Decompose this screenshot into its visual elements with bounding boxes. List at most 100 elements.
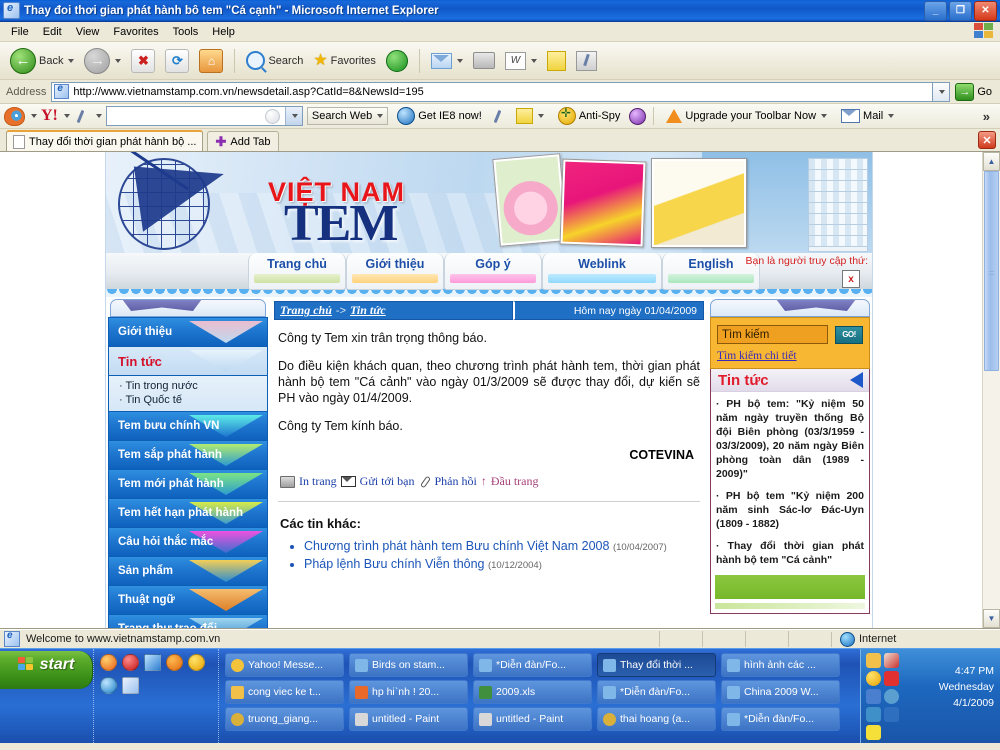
page-scrollbar[interactable]: ▲ ▼ — [982, 152, 1000, 628]
breadcrumb-home-link[interactable]: Trang chủ — [280, 303, 332, 318]
news-item[interactable]: Thay đổi thời gian phát hành bộ tem "Cá … — [716, 539, 864, 567]
sidebar-item-gioi-thieu[interactable]: Giới thiệu — [108, 317, 268, 347]
scrollbar-thumb[interactable] — [984, 171, 999, 371]
task-button[interactable]: untitled - Paint — [473, 707, 592, 731]
close-button[interactable]: ✕ — [974, 0, 997, 21]
document-icon[interactable] — [122, 677, 139, 694]
breadcrumb-current-link[interactable]: Tin tức — [350, 303, 386, 318]
advanced-search-link[interactable]: Tìm kiếm chi tiết — [717, 350, 863, 362]
get-ie8-button[interactable]: Get IE8 now! — [392, 104, 487, 128]
close-tab-button[interactable]: ✕ — [978, 131, 996, 149]
counter-close-button[interactable]: x — [842, 270, 860, 288]
other-news-link[interactable]: Chương trình phát hành tem Bưu chính Việ… — [304, 539, 609, 553]
task-button[interactable]: untitled - Paint — [349, 707, 468, 731]
tab-active[interactable]: Thay đổi thời gian phát hành bộ ... — [6, 130, 204, 151]
chevron-down-icon[interactable] — [63, 114, 70, 118]
music-icon[interactable] — [629, 107, 647, 125]
search-button[interactable]: Search — [242, 49, 307, 72]
media-button[interactable] — [382, 48, 412, 74]
sidebar-subitem-tin-quoc-te[interactable]: Tin Quốc tế — [119, 393, 267, 407]
media-player-icon[interactable] — [166, 654, 183, 671]
favorites-button[interactable]: ★ Favorites — [309, 51, 380, 71]
unikey-icon[interactable] — [144, 654, 161, 671]
sidebar-item-san-pham[interactable]: Sản phẩm — [108, 557, 268, 586]
sidebar-item-tem-moi-phat-hanh[interactable]: Tem mới phát hành — [108, 470, 268, 499]
sidebar-item-trang-thu-trao-doi[interactable]: Trang thư trao đổi — [108, 615, 268, 628]
anti-spy-button[interactable]: Anti-Spy — [553, 104, 626, 128]
search-input[interactable]: Tìm kiếm — [717, 325, 828, 344]
nav-item-weblink[interactable]: Weblink — [542, 253, 662, 290]
sidebar-item-thuat-ngu[interactable]: Thuật ngữ — [108, 586, 268, 615]
minimize-button[interactable]: _ — [924, 0, 947, 21]
task-button[interactable]: hp hi`nh ! 20... — [349, 680, 468, 704]
network-icon[interactable] — [866, 689, 881, 704]
chevron-down-icon[interactable] — [456, 58, 463, 63]
menu-item-help[interactable]: Help — [205, 24, 242, 40]
search-dropdown[interactable] — [284, 107, 302, 125]
mail-button[interactable] — [427, 51, 467, 71]
yahoo-logo-icon[interactable]: Y! — [41, 108, 58, 124]
messenger-button[interactable] — [543, 49, 570, 73]
add-tab-button[interactable]: ✚ Add Tab — [207, 131, 279, 151]
task-button[interactable]: 2009.xls — [473, 680, 592, 704]
pencil-icon[interactable] — [491, 109, 507, 124]
mail-button[interactable]: Mail — [836, 106, 899, 126]
start-button[interactable]: start — [0, 651, 93, 689]
task-button[interactable]: hình ảnh các ... — [721, 653, 840, 677]
sidebar-subitem-tin-trong-nuoc[interactable]: Tin trong nước — [119, 379, 267, 393]
sidebar-item-cau-hoi-thac-mac[interactable]: Câu hỏi thắc mắc — [108, 528, 268, 557]
chevron-down-icon[interactable] — [68, 58, 75, 63]
other-news-link[interactable]: Pháp lệnh Bưu chính Viễn thông — [304, 557, 485, 571]
unikey-icon[interactable] — [866, 725, 881, 740]
menu-item-tools[interactable]: Tools — [166, 24, 206, 40]
sidebar-item-tem-sap-phat-hanh[interactable]: Tem sắp phát hành — [108, 441, 268, 470]
volume-icon[interactable] — [884, 689, 899, 704]
search-web-button[interactable]: Search Web — [306, 107, 389, 125]
yahoo-messenger-icon[interactable] — [866, 671, 881, 686]
print-button[interactable] — [469, 50, 499, 71]
home-button[interactable]: ⌂ — [195, 47, 227, 75]
highlighter-icon[interactable] — [74, 109, 90, 124]
back-to-top-link[interactable]: Đầu trang — [491, 474, 539, 489]
go-button[interactable]: → Go — [955, 82, 996, 101]
send-to-friend-link[interactable]: Gửi tới bạn — [360, 474, 415, 489]
chevron-down-icon[interactable] — [31, 114, 37, 118]
list-item[interactable]: Chương trình phát hành tem Bưu chính Việ… — [304, 539, 700, 553]
play-triangle-icon[interactable] — [850, 372, 863, 388]
ie-icon[interactable] — [100, 677, 117, 694]
antivirus-icon[interactable] — [884, 671, 899, 686]
stop-button[interactable]: ✖ — [127, 47, 159, 75]
task-button[interactable]: *Diễn đàn/Fo... — [473, 653, 592, 677]
task-button[interactable]: *Diễn đàn/Fo... — [597, 680, 716, 704]
forward-button[interactable]: → — [80, 46, 125, 76]
scroll-down-button[interactable]: ▼ — [983, 609, 1000, 628]
firefox-icon[interactable] — [100, 654, 117, 671]
address-history-dropdown[interactable] — [933, 81, 951, 102]
task-button[interactable]: thai hoang (a... — [597, 707, 716, 731]
nav-item-feedback[interactable]: Góp ý — [444, 253, 542, 290]
print-page-link[interactable]: In trang — [299, 474, 337, 489]
nav-item-home[interactable]: Trang chủ — [248, 253, 346, 290]
task-button[interactable]: *Diễn đàn/Fo... — [721, 707, 840, 731]
address-input[interactable]: http://www.vietnamstamp.com.vn/newsdetai… — [51, 81, 934, 102]
clock[interactable]: 4:47 PM Wednesday 4/1/2009 — [914, 653, 996, 711]
feedback-link[interactable]: Phản hồi — [435, 474, 477, 489]
foxit-icon[interactable] — [884, 653, 899, 668]
sidebar-item-tem-het-han-phat-hanh[interactable]: Tem hết hạn phát hành — [108, 499, 268, 528]
task-button[interactable]: cong viec ke t... — [225, 680, 344, 704]
folder-icon[interactable] — [866, 653, 881, 668]
menu-item-edit[interactable]: Edit — [36, 24, 69, 40]
opera-icon[interactable] — [122, 654, 139, 671]
yahoo-messenger-icon[interactable] — [188, 654, 205, 671]
task-button[interactable]: China 2009 W... — [721, 680, 840, 704]
back-button[interactable]: ← Back — [6, 46, 78, 76]
sidebar-item-tin-tuc[interactable]: Tin tức — [108, 347, 268, 376]
nav-item-about[interactable]: Giới thiệu — [346, 253, 444, 290]
maximize-button[interactable]: ❐ — [949, 0, 972, 21]
task-button[interactable]: Birds on stam... — [349, 653, 468, 677]
chevron-down-icon[interactable] — [530, 58, 537, 63]
task-button[interactable]: truong_giang... — [225, 707, 344, 731]
task-button[interactable]: Yahoo! Messe... — [225, 653, 344, 677]
security-zone[interactable]: Internet — [831, 631, 1000, 647]
toolbar-overflow-icon[interactable]: » — [983, 109, 996, 124]
